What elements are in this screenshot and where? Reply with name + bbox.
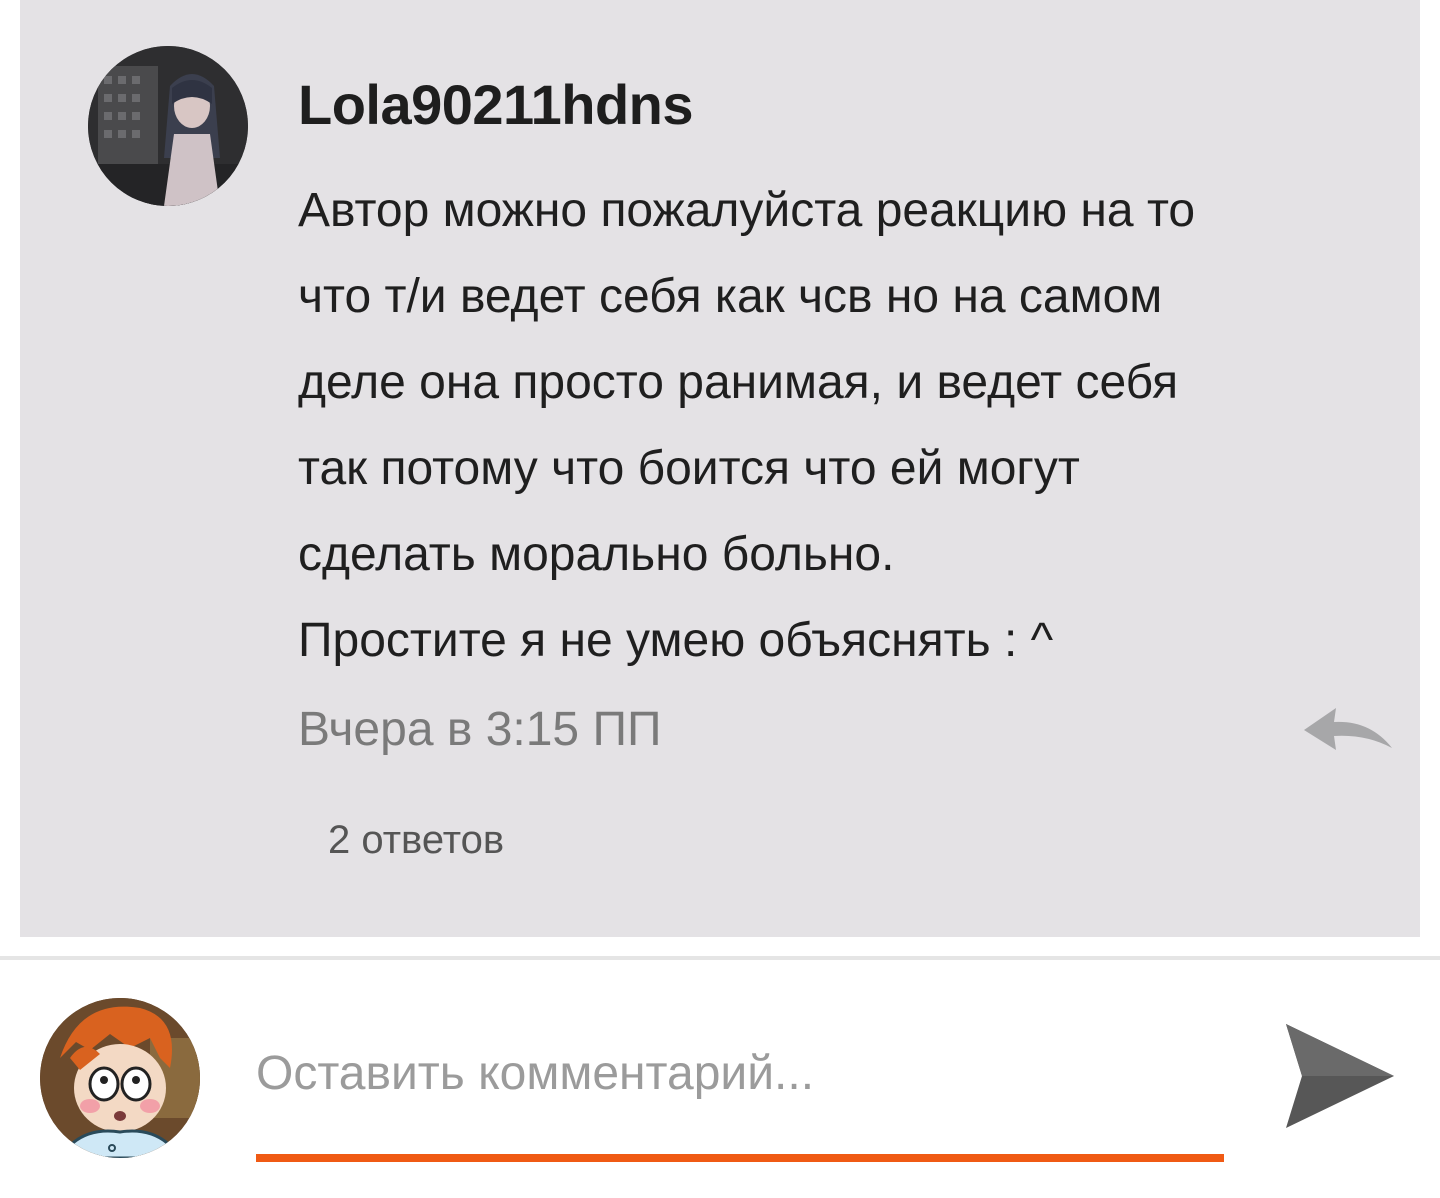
current-user-avatar[interactable]	[40, 998, 200, 1158]
current-user-avatar-image	[40, 998, 200, 1158]
commenter-avatar-image	[88, 46, 248, 206]
replies-count-link[interactable]: 2 ответов	[328, 818, 504, 863]
comment-composer	[0, 960, 1440, 1198]
reply-button[interactable]	[1300, 700, 1396, 760]
comment-input[interactable]	[256, 1038, 1224, 1108]
reply-arrow-icon	[1304, 708, 1392, 750]
comment-card: Lola90211hdns Автор можно пожалуйста реа…	[20, 0, 1420, 937]
commenter-avatar[interactable]	[88, 46, 248, 206]
comment-username[interactable]: Lola90211hdns	[298, 72, 694, 137]
comment-body: Автор можно пожалуйста реакцию на то что…	[298, 184, 1196, 667]
send-icon	[1286, 1024, 1394, 1128]
comment-timestamp: Вчера в 3:15 ПП	[298, 703, 662, 756]
input-focus-underline	[256, 1154, 1224, 1162]
send-button[interactable]	[1280, 1020, 1400, 1132]
